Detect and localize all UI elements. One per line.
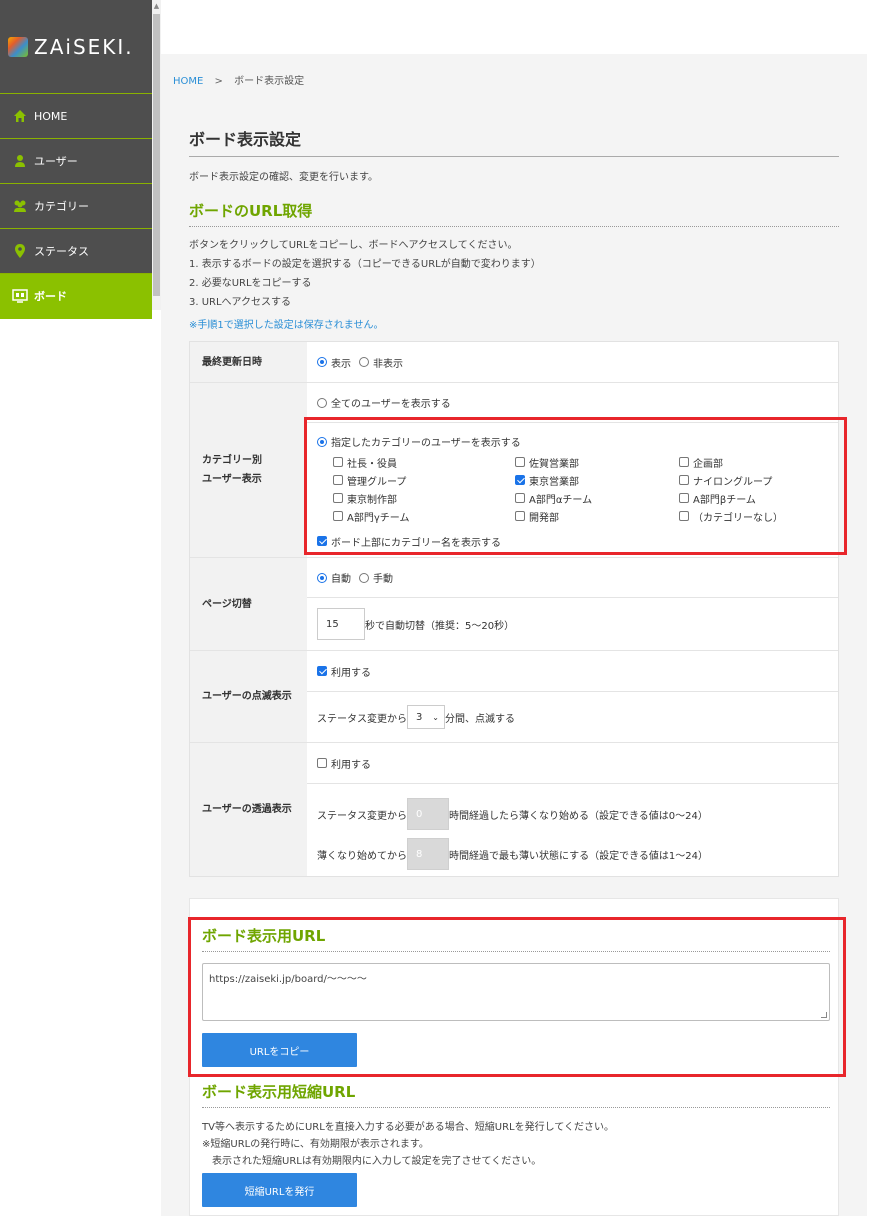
board-icon bbox=[12, 288, 28, 304]
breadcrumb-current: ボード表示設定 bbox=[234, 76, 305, 87]
transparency-start-input[interactable]: 0 bbox=[407, 798, 449, 830]
row-last-updated: 最終更新日時 表示 非表示 bbox=[190, 342, 838, 383]
all-users-radio[interactable]: 全てのユーザーを表示する bbox=[317, 395, 451, 410]
sidebar-item-board[interactable]: ボード bbox=[0, 274, 152, 319]
breadcrumb-separator: > bbox=[214, 76, 223, 87]
checkbox-checked-icon bbox=[317, 666, 327, 676]
sidebar-item-label: カテゴリー bbox=[34, 200, 89, 213]
chevron-down-icon: ⌄ bbox=[432, 712, 439, 722]
transparency-full-input[interactable]: 8 bbox=[407, 838, 449, 870]
radio-label: 全てのユーザーを表示する bbox=[331, 399, 451, 410]
select-value: 3 bbox=[416, 711, 423, 723]
row-label: ユーザーの点滅表示 bbox=[190, 651, 307, 742]
row-transparency: ユーザーの透過表示 利用する ステータス変更から 0 時間経過したら薄くなり始め… bbox=[190, 743, 838, 876]
sidebar-item-home[interactable]: HOME bbox=[0, 94, 152, 139]
instructions-step-2: 2. 必要なURLをコピーする bbox=[189, 278, 312, 289]
breadcrumb-home-link[interactable]: HOME bbox=[173, 76, 203, 87]
row-label-line1: カテゴリー別 bbox=[202, 455, 262, 466]
logo[interactable]: ZAiSEKI. bbox=[0, 0, 152, 94]
instructions-step-3: 3. URLへアクセスする bbox=[189, 297, 292, 308]
transparency-start-prefix: ステータス変更から bbox=[317, 810, 407, 822]
radio-label: 手動 bbox=[373, 574, 393, 585]
blink-minutes-select[interactable]: 3 ⌄ bbox=[407, 705, 445, 729]
row-label: カテゴリー別 ユーザー表示 bbox=[190, 383, 307, 557]
scroll-up-arrow-icon[interactable]: ▲ bbox=[152, 0, 161, 12]
auto-switch-seconds-input[interactable]: 15 bbox=[317, 608, 365, 640]
row-label: ユーザーの透過表示 bbox=[190, 743, 307, 876]
sidebar-item-label: ボード bbox=[34, 290, 67, 303]
sidebar-scrollbar[interactable]: ▲ bbox=[152, 0, 161, 310]
home-icon bbox=[12, 108, 28, 124]
radio-icon bbox=[317, 397, 327, 408]
radio-label: 表示 bbox=[331, 358, 351, 370]
highlight-box-board-url bbox=[188, 917, 846, 1077]
scrollbar-thumb[interactable] bbox=[153, 14, 160, 296]
radio-selected-icon bbox=[317, 357, 327, 367]
url-section-title: ボードのURL取得 bbox=[189, 200, 839, 227]
sidebar-item-label: ユーザー bbox=[34, 155, 78, 168]
instructions: ボタンをクリックしてURLをコピーし、ボードへアクセスしてください。 1. 表示… bbox=[189, 236, 541, 335]
issue-short-url-button[interactable]: 短縮URLを発行 bbox=[202, 1173, 357, 1207]
sidebar-item-categories[interactable]: カテゴリー bbox=[0, 184, 152, 229]
sidebar-item-status[interactable]: ステータス bbox=[0, 229, 152, 274]
pin-icon bbox=[12, 243, 28, 259]
instructions-note: ※手順1で選択した設定は保存されません。 bbox=[189, 320, 384, 331]
page-description: ボード表示設定の確認、変更を行います。 bbox=[189, 172, 378, 183]
page-title: ボード表示設定 bbox=[189, 126, 839, 157]
group-icon bbox=[12, 198, 28, 214]
row-label: ページ切替 bbox=[190, 558, 307, 650]
row-blink: ユーザーの点滅表示 利用する ステータス変更から 3 ⌄ 分間、点滅する bbox=[190, 651, 838, 743]
logo-mark-icon bbox=[8, 36, 28, 57]
checkbox-label: 利用する bbox=[331, 759, 371, 771]
last-updated-show-radio[interactable]: 表示 bbox=[317, 355, 351, 370]
instructions-intro: ボタンをクリックしてURLをコピーし、ボードへアクセスしてください。 bbox=[189, 240, 518, 251]
short-url-title: ボード表示用短縮URL bbox=[202, 1081, 830, 1108]
auto-switch-seconds-text: 秒で自動切替（推奨：5〜20秒） bbox=[365, 620, 515, 632]
user-icon bbox=[12, 153, 28, 169]
row-label: 最終更新日時 bbox=[190, 342, 307, 382]
short-url-description: TV等へ表示するためにURLを直接入力する必要がある場合、短縮URLを発行してく… bbox=[202, 1122, 615, 1133]
radio-label: 非表示 bbox=[373, 358, 403, 370]
breadcrumb: HOME > ボード表示設定 bbox=[173, 72, 304, 87]
radio-icon bbox=[359, 572, 369, 583]
blink-suffix-text: 分間、点滅する bbox=[445, 713, 515, 725]
logo-text: ZAiSEKI. bbox=[34, 34, 134, 59]
radio-selected-icon bbox=[317, 572, 327, 583]
radio-icon bbox=[359, 357, 369, 367]
checkbox-icon bbox=[317, 758, 327, 768]
short-url-note-1: ※短縮URLの発行時に、有効期限が表示されます。 bbox=[202, 1139, 429, 1150]
row-label-line2: ユーザー表示 bbox=[202, 474, 262, 485]
sidebar-item-users[interactable]: ユーザー bbox=[0, 139, 152, 184]
last-updated-hide-radio[interactable]: 非表示 bbox=[359, 355, 403, 370]
blink-use-checkbox[interactable]: 利用する bbox=[317, 664, 371, 679]
transparency-full-suffix: 時間経過で最も薄い状態にする（設定できる値は1〜24） bbox=[449, 850, 708, 862]
radio-label: 自動 bbox=[331, 574, 351, 585]
sidebar-item-label: ステータス bbox=[34, 245, 89, 258]
blink-prefix-text: ステータス変更から bbox=[317, 713, 407, 725]
transparency-full-prefix: 薄くなり始めてから bbox=[317, 850, 407, 862]
short-url-note-2: 表示された短縮URLは有効期限内に入力して設定を完了させてください。 bbox=[212, 1156, 542, 1167]
page-switch-manual-radio[interactable]: 手動 bbox=[359, 570, 393, 585]
instructions-step-1: 1. 表示するボードの設定を選択する（コピーできるURLが自動で変わります） bbox=[189, 259, 541, 270]
transparency-use-checkbox[interactable]: 利用する bbox=[317, 756, 371, 771]
sidebar-item-label: HOME bbox=[34, 109, 68, 123]
page-switch-auto-radio[interactable]: 自動 bbox=[317, 570, 351, 585]
highlight-box-category bbox=[304, 417, 847, 555]
transparency-start-suffix: 時間経過したら薄くなり始める（設定できる値は0〜24） bbox=[449, 810, 708, 822]
sidebar: ZAiSEKI. HOME ユーザー カテゴリー ステータス ボード bbox=[0, 0, 152, 319]
row-page-switch: ページ切替 自動 手動 15 秒で自動切替（推奨：5〜20秒） bbox=[190, 558, 838, 651]
checkbox-label: 利用する bbox=[331, 667, 371, 679]
